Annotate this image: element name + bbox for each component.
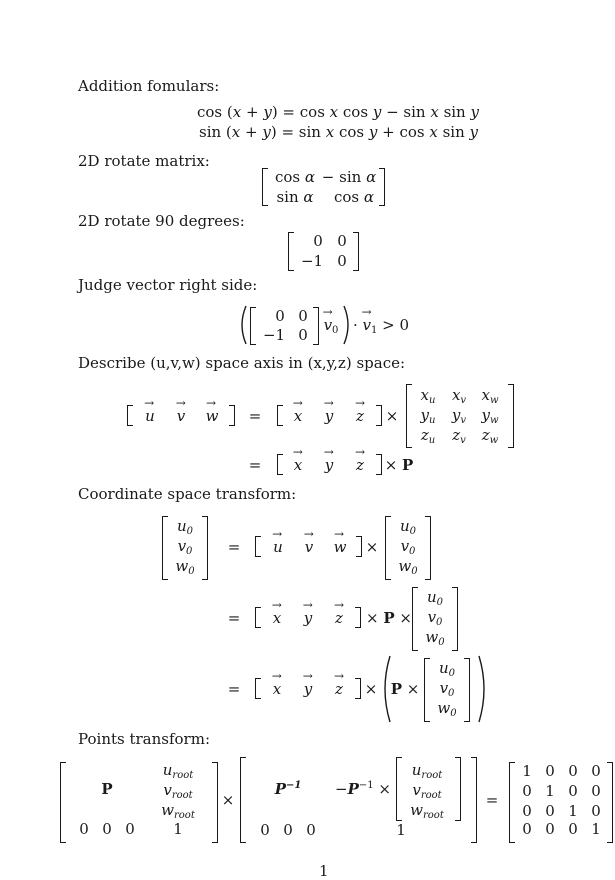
heading-rotate90: 2D rotate 90 degrees: xyxy=(78,212,245,230)
page-number: 1 xyxy=(319,862,329,880)
heading-judge: Judge vector right side: xyxy=(78,276,258,294)
heading-describe: Describe (u,v,w) space axis in (x,y,z) s… xyxy=(78,354,406,372)
addition-formula-sin: sin (x + y) = sin x cos y + cos x sin y xyxy=(199,123,479,141)
heading-addition: Addition fomulars: xyxy=(78,77,220,95)
heading-rotate2d: 2D rotate matrix: xyxy=(78,152,210,170)
heading-coord: Coordinate space transform: xyxy=(78,485,297,503)
addition-formula-cos: cos (x + y) = cos x cos y − sin x sin y xyxy=(197,103,479,121)
heading-points: Points transform: xyxy=(78,730,210,748)
